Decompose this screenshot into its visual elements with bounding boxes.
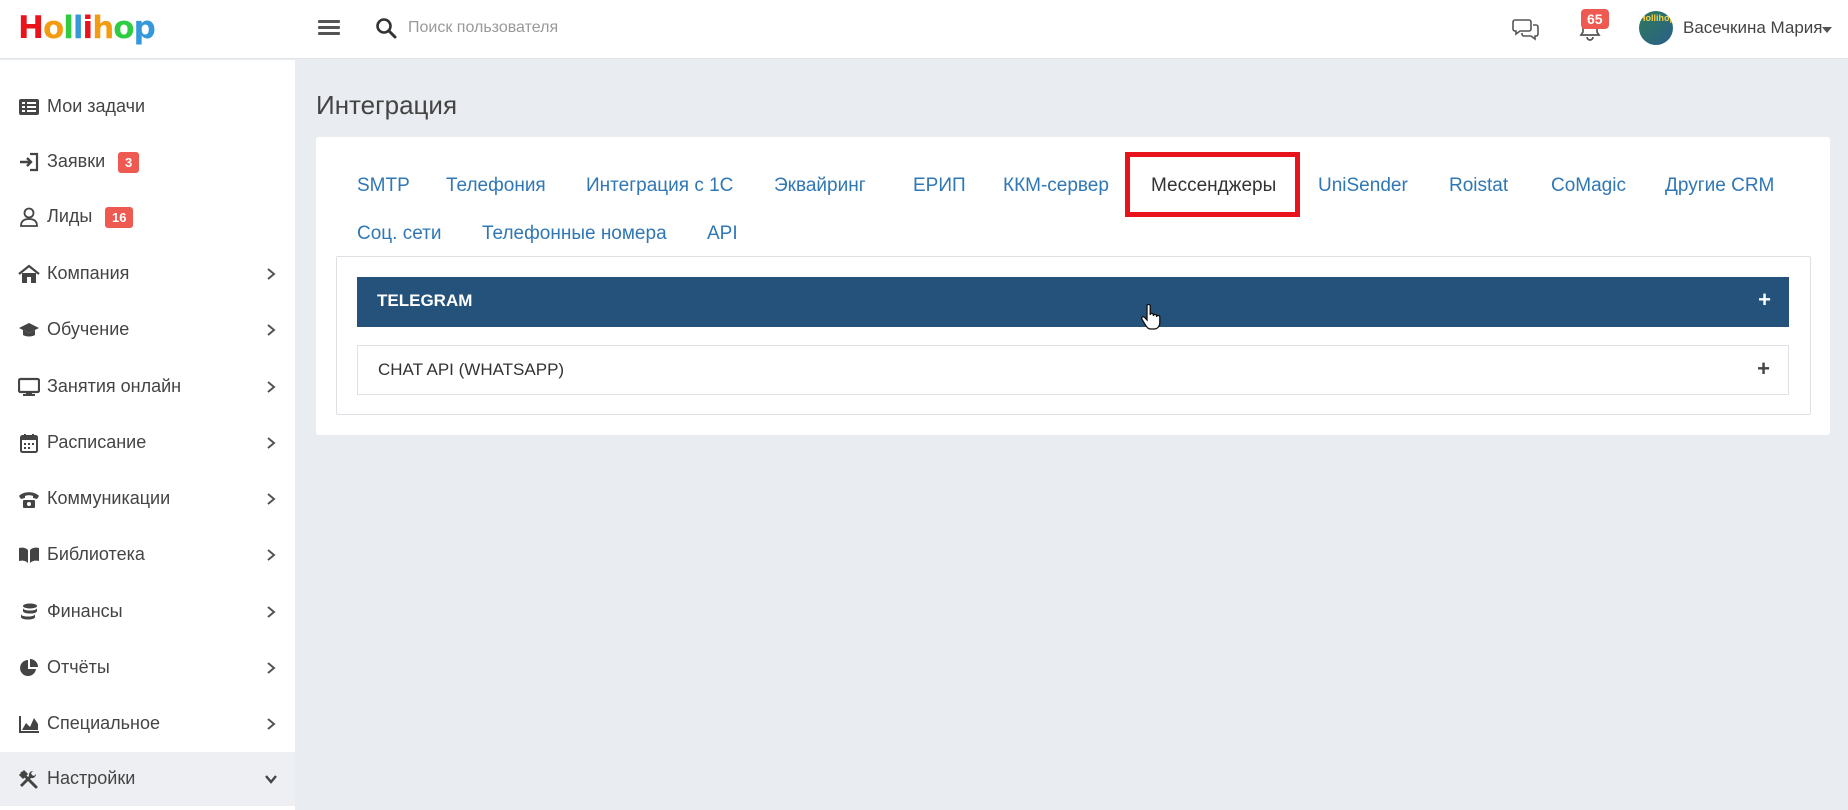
hand-pointer-icon [1141, 304, 1161, 330]
tab-acquiring[interactable]: Эквайринг [774, 175, 866, 197]
sidebar-item-label: Финансы [47, 601, 123, 621]
tab-social-networks[interactable]: Соц. сети [357, 223, 441, 245]
hollihop-logo[interactable]: Hollihop [18, 8, 156, 48]
calendar-icon [20, 434, 38, 453]
logo-letter: h [92, 10, 114, 46]
sidebar: Мои задачи Заявки 3 Лиды 16 Компания Обу… [0, 60, 295, 810]
chevron-right-icon [267, 718, 276, 730]
tab-other-crm[interactable]: Другие CRM [1665, 175, 1774, 197]
tab-unisender[interactable]: UniSender [1318, 175, 1408, 197]
sidebar-item-settings[interactable]: Настройки [0, 752, 295, 806]
home-icon [18, 264, 40, 283]
sidebar-item-label: Расписание [47, 432, 147, 452]
accordion-title: TELEGRAM [377, 291, 473, 310]
tab-comagic[interactable]: CoMagic [1551, 175, 1626, 197]
plus-icon[interactable]: + [1758, 288, 1771, 312]
avatar[interactable]: Hollihop [1639, 11, 1673, 45]
leads-count-badge: 16 [105, 207, 134, 228]
tab-roistat[interactable]: Roistat [1449, 175, 1508, 197]
top-header: Hollihop 65 Hollihop Васечкина Мария [0, 0, 1848, 59]
user-icon [20, 207, 38, 227]
tab-smtp[interactable]: SMTP [357, 175, 410, 197]
plus-icon[interactable]: + [1757, 357, 1770, 381]
sidebar-item-online-classes[interactable]: Занятия онлайн [0, 360, 295, 414]
chevron-right-icon [267, 493, 276, 505]
chevron-right-icon [267, 437, 276, 449]
chevron-down-icon [265, 775, 277, 784]
tab-erip[interactable]: ЕРИП [913, 175, 966, 197]
tab-1c-integration[interactable]: Интеграция с 1С [586, 175, 733, 197]
chevron-right-icon [267, 324, 276, 336]
chevron-right-icon [267, 606, 276, 618]
chevron-right-icon [267, 549, 276, 561]
sidebar-item-label: Компания [47, 263, 130, 283]
sidebar-item-communications[interactable]: Коммуникации [0, 472, 295, 526]
coins-icon [21, 603, 37, 620]
sidebar-item-label: Коммуникации [47, 488, 171, 508]
search-icon [376, 18, 397, 39]
tab-api[interactable]: API [707, 223, 738, 245]
sidebar-item-library[interactable]: Библиотека [0, 528, 295, 582]
avatar-logo-text: Hollihop [1639, 13, 1673, 23]
sidebar-item-special[interactable]: Специальное [0, 697, 295, 751]
pie-chart-icon [20, 659, 38, 676]
area-chart-icon [19, 716, 39, 733]
user-search-input[interactable] [408, 14, 808, 42]
menu-toggle-icon[interactable] [318, 17, 340, 39]
sidebar-item-tasks[interactable]: Мои задачи [0, 80, 295, 134]
sidebar-item-label: Специальное [47, 713, 160, 733]
accordion-telegram[interactable]: TELEGRAM + [357, 277, 1789, 327]
requests-count-badge: 3 [118, 152, 140, 173]
logo-letter: o [42, 10, 64, 46]
accordion-chat-api-whatsapp[interactable]: CHAT API (WHATSAPP) + [357, 345, 1789, 395]
tab-telephony[interactable]: Телефония [446, 175, 546, 197]
logo-letter: o [113, 10, 134, 46]
notifications-badge: 65 [1581, 9, 1609, 29]
logo-letter: H [18, 10, 44, 46]
accordion-title: CHAT API (WHATSAPP) [378, 360, 565, 379]
sidebar-item-label: Мои задачи [47, 96, 146, 116]
user-name[interactable]: Васечкина Мария [1683, 18, 1823, 38]
phone-icon [19, 492, 39, 508]
tools-icon [18, 769, 38, 789]
page-title: Интеграция [316, 90, 458, 120]
monitor-icon [18, 377, 40, 396]
sidebar-item-label: Отчёты [47, 657, 110, 677]
sidebar-item-company[interactable]: Компания [0, 247, 295, 301]
chevron-right-icon [267, 381, 276, 393]
logo-letter: i [82, 10, 94, 46]
chevron-right-icon [267, 662, 276, 674]
sidebar-item-requests[interactable]: Заявки 3 [0, 135, 295, 189]
chat-icon[interactable] [1512, 16, 1540, 42]
sidebar-item-leads[interactable]: Лиды 16 [0, 190, 295, 244]
sidebar-item-schedule[interactable]: Расписание [0, 416, 295, 470]
sidebar-item-reports[interactable]: Отчёты [0, 641, 295, 695]
sidebar-item-label: Занятия онлайн [47, 376, 182, 396]
sidebar-item-finance[interactable]: Финансы [0, 585, 295, 639]
tab-phone-numbers[interactable]: Телефонные номера [482, 223, 667, 245]
book-icon [19, 547, 39, 563]
sidebar-item-education[interactable]: Обучение [0, 303, 295, 357]
graduation-cap-icon [19, 323, 39, 337]
sidebar-item-label: Настройки [47, 768, 136, 788]
active-tab-highlight [1125, 152, 1300, 217]
sign-in-icon [20, 152, 39, 172]
caret-down-icon[interactable] [1822, 27, 1832, 33]
list-icon [19, 99, 39, 115]
logo-letter: l [63, 10, 74, 46]
logo-letter: l [72, 10, 84, 46]
tab-kkm-server[interactable]: ККМ-сервер [1003, 175, 1109, 197]
sidebar-item-label: Библиотека [47, 544, 145, 564]
sidebar-item-label: Обучение [47, 319, 130, 339]
sidebar-item-label: Заявки [47, 151, 106, 171]
chevron-right-icon [267, 268, 276, 280]
logo-letter: p [133, 10, 156, 46]
sidebar-item-label: Лиды [47, 206, 93, 226]
